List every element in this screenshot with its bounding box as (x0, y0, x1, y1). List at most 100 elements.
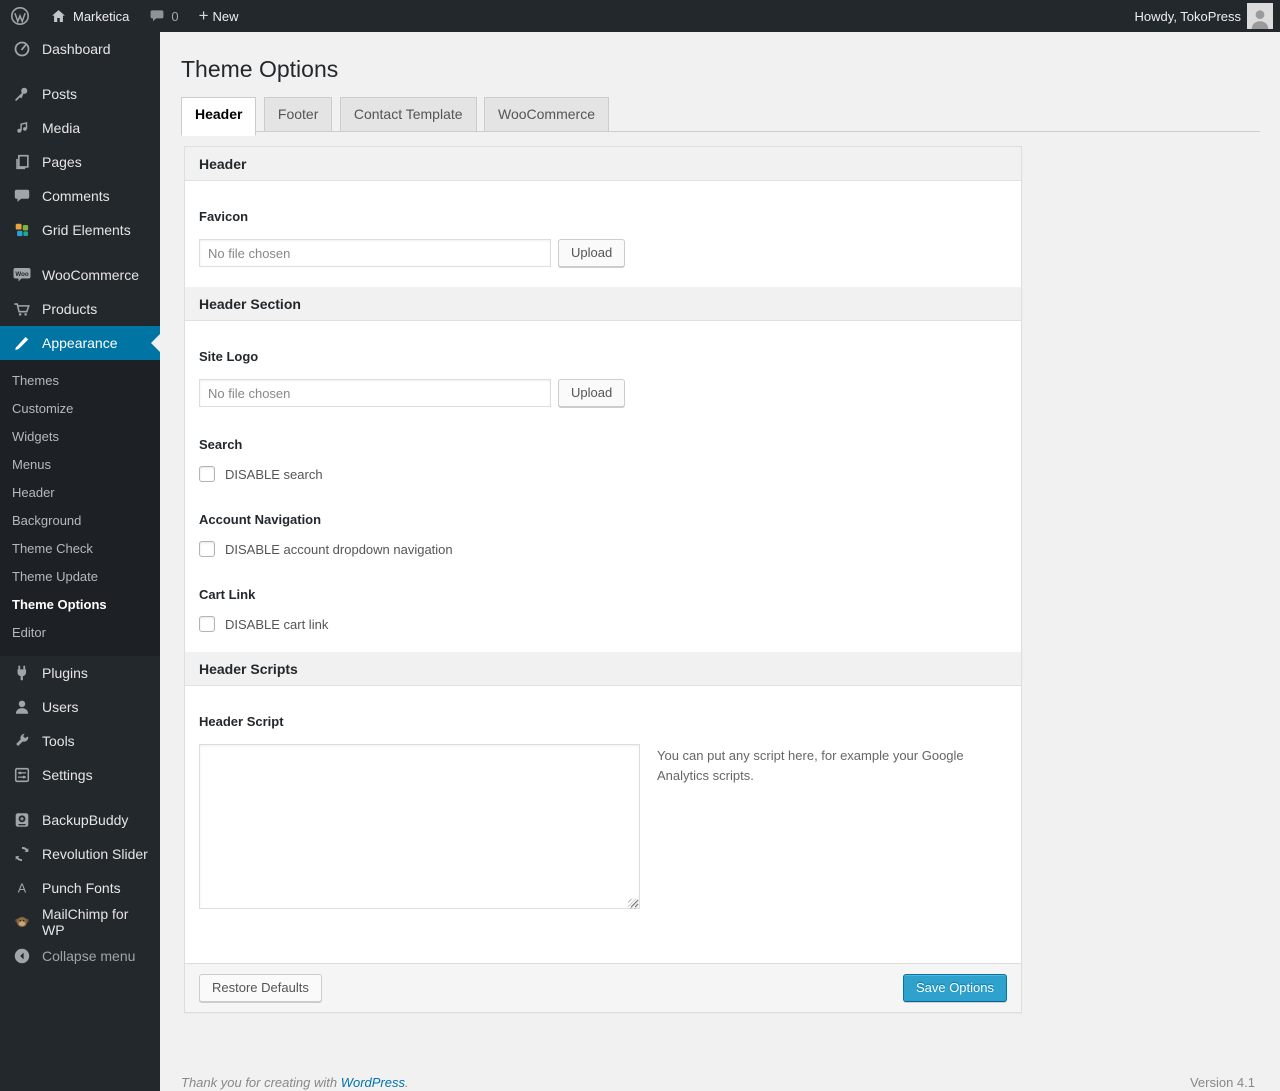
pushpin-icon (12, 84, 32, 104)
sidebar-item-revolution-slider[interactable]: Revolution Slider (0, 837, 160, 871)
collapse-menu-button[interactable]: Collapse menu (0, 939, 160, 973)
sidebar-item-grid-elements[interactable]: Grid Elements (0, 213, 160, 247)
submenu-item-background[interactable]: Background (0, 507, 160, 535)
section-header-scripts-body: Header Script You can put any script her… (185, 686, 1021, 1012)
submenu-item-theme-check[interactable]: Theme Check (0, 535, 160, 563)
submenu-item-customize[interactable]: Customize (0, 395, 160, 423)
account-navigation-label: Account Navigation (199, 512, 322, 527)
sidebar-item-users[interactable]: Users (0, 690, 160, 724)
panel-footer: Restore Defaults Save Options (185, 963, 1021, 1012)
comments-menu[interactable]: 0 (139, 0, 188, 32)
sidebar-item-posts[interactable]: Posts (0, 77, 160, 111)
sidebar-item-mailchimp[interactable]: MailChimp for WP (0, 905, 160, 939)
site-logo-label: Site Logo (199, 349, 259, 364)
cart-icon (12, 299, 32, 319)
header-script-label: Header Script (199, 714, 284, 729)
svg-text:Woo: Woo (15, 271, 29, 278)
admin-bar: Marketica 0 + New Howdy, TokoPress (0, 0, 1280, 32)
site-name: Marketica (73, 8, 130, 24)
menu-separator (0, 247, 160, 258)
users-icon (12, 697, 32, 717)
header-script-note: You can put any script here, for example… (657, 748, 964, 784)
collapse-arrow-icon (12, 946, 32, 966)
sidebar-item-woocommerce[interactable]: Woo WooCommerce (0, 258, 160, 292)
section-header-section-body: Site Logo Upload Search DISABLE search A… (185, 321, 1021, 652)
disable-cart-link-label[interactable]: DISABLE cart link (225, 617, 328, 632)
grid-elements-icon (12, 220, 32, 240)
sidebar-item-tools[interactable]: Tools (0, 724, 160, 758)
backupbuddy-icon (12, 810, 32, 830)
dashboard-icon (12, 39, 32, 59)
page-title: Theme Options (181, 56, 339, 82)
header-script-textarea[interactable] (199, 744, 640, 909)
site-logo-upload-button[interactable]: Upload (558, 379, 626, 407)
search-label: Search (199, 437, 243, 452)
sidebar-item-backupbuddy[interactable]: BackupBuddy (0, 803, 160, 837)
media-icon (12, 118, 32, 138)
wordpress-link[interactable]: WordPress (341, 1075, 405, 1090)
home-icon (50, 8, 67, 25)
thank-you-text: Thank you for creating with WordPress. (181, 1075, 409, 1090)
restore-defaults-button[interactable]: Restore Defaults (199, 974, 322, 1002)
settings-icon (12, 765, 32, 785)
section-header-body: Favicon Upload (185, 181, 1021, 287)
punch-fonts-icon: A (12, 878, 32, 898)
new-label: New (212, 8, 239, 24)
site-logo-file-input[interactable] (199, 379, 551, 407)
favicon-upload-button[interactable]: Upload (558, 239, 626, 267)
tab-woocommerce[interactable]: WooCommerce (484, 97, 609, 131)
mailchimp-icon (12, 912, 32, 932)
sidebar-item-settings[interactable]: Settings (0, 758, 160, 792)
favicon-file-input[interactable] (199, 239, 551, 267)
disable-cart-link-checkbox[interactable] (199, 616, 215, 632)
tab-footer[interactable]: Footer (263, 97, 333, 131)
current-menu-arrow (151, 334, 160, 352)
submenu-item-theme-options[interactable]: Theme Options (0, 591, 160, 619)
svg-text:A: A (18, 881, 27, 895)
main-content: Theme Options Header Footer Contact Temp… (160, 32, 1280, 1091)
sidebar-item-media[interactable]: Media (0, 111, 160, 145)
sidebar-item-dashboard[interactable]: Dashboard (0, 32, 160, 66)
new-content-menu[interactable]: + New (189, 0, 249, 32)
submenu-item-widgets[interactable]: Widgets (0, 423, 160, 451)
section-header: Header (185, 147, 1021, 181)
comments-icon (12, 186, 32, 206)
sidebar-item-comments[interactable]: Comments (0, 179, 160, 213)
disable-account-nav-checkbox[interactable] (199, 541, 215, 557)
comment-bubble-icon (149, 8, 165, 24)
plugin-icon (12, 663, 32, 683)
theme-options-panel: Header Favicon Upload Header Section Sit… (184, 146, 1022, 1013)
appearance-submenu: Themes Customize Widgets Menus Header Ba… (0, 360, 160, 656)
submenu-item-header[interactable]: Header (0, 479, 160, 507)
sidebar-item-punch-fonts[interactable]: A Punch Fonts (0, 871, 160, 905)
site-link[interactable]: Marketica (40, 0, 139, 32)
account-menu[interactable]: Howdy, TokoPress (1125, 0, 1273, 32)
disable-account-nav-label[interactable]: DISABLE account dropdown navigation (225, 542, 453, 557)
sidebar-item-plugins[interactable]: Plugins (0, 656, 160, 690)
howdy-text: Howdy, TokoPress (1134, 8, 1241, 24)
avatar (1247, 3, 1273, 29)
wordpress-logo-menu[interactable] (0, 0, 40, 32)
sidebar-item-appearance[interactable]: Appearance (0, 326, 160, 360)
sidebar-item-pages[interactable]: Pages (0, 145, 160, 179)
tab-contact-template[interactable]: Contact Template (339, 97, 477, 131)
tab-header[interactable]: Header (181, 97, 257, 136)
tab-bar: Header Footer Contact Template WooCommer… (181, 97, 1260, 136)
submenu-item-theme-update[interactable]: Theme Update (0, 563, 160, 591)
submenu-item-themes[interactable]: Themes (0, 367, 160, 395)
sidebar-item-products[interactable]: Products (0, 292, 160, 326)
submenu-item-editor[interactable]: Editor (0, 619, 160, 647)
favicon-label: Favicon (199, 209, 249, 224)
save-options-button[interactable]: Save Options (902, 974, 1007, 1002)
disable-search-checkbox[interactable] (199, 466, 215, 482)
comments-count: 0 (171, 8, 179, 24)
wrench-icon (12, 731, 32, 751)
disable-search-label[interactable]: DISABLE search (225, 467, 323, 482)
pages-icon (12, 152, 32, 172)
page-footer: Thank you for creating with WordPress. V… (181, 1075, 1255, 1090)
section-header-scripts: Header Scripts (185, 652, 1021, 686)
submenu-item-menus[interactable]: Menus (0, 451, 160, 479)
version-text: Version 4.1 (1189, 1075, 1255, 1090)
wordpress-logo-icon (10, 6, 30, 26)
cart-link-label: Cart Link (199, 587, 256, 602)
